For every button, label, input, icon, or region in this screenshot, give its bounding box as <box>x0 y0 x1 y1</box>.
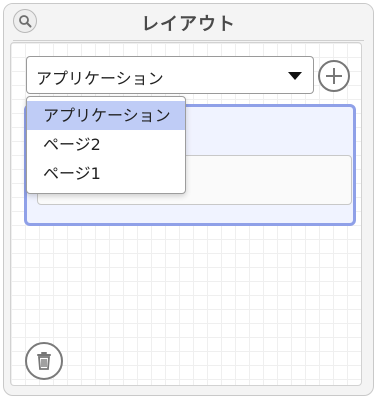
dropdown-option-page-1[interactable]: ページ1 <box>27 159 185 188</box>
page-dropdown-menu: アプリケーション ページ2 ページ1 <box>26 96 186 194</box>
window-title: レイアウト <box>141 14 236 35</box>
title-divider <box>13 40 364 41</box>
dropdown-option-application[interactable]: アプリケーション <box>27 101 185 130</box>
trash-icon <box>37 352 51 370</box>
page-select[interactable]: アプリケーション <box>26 56 314 94</box>
title-bar: レイアウト <box>4 4 373 40</box>
delete-button[interactable] <box>25 342 63 380</box>
page-select-value: アプリケーション <box>36 69 164 88</box>
dropdown-option-page-2[interactable]: ページ2 <box>27 130 185 159</box>
add-page-button[interactable] <box>318 60 350 92</box>
triangle-down-icon <box>288 72 302 80</box>
